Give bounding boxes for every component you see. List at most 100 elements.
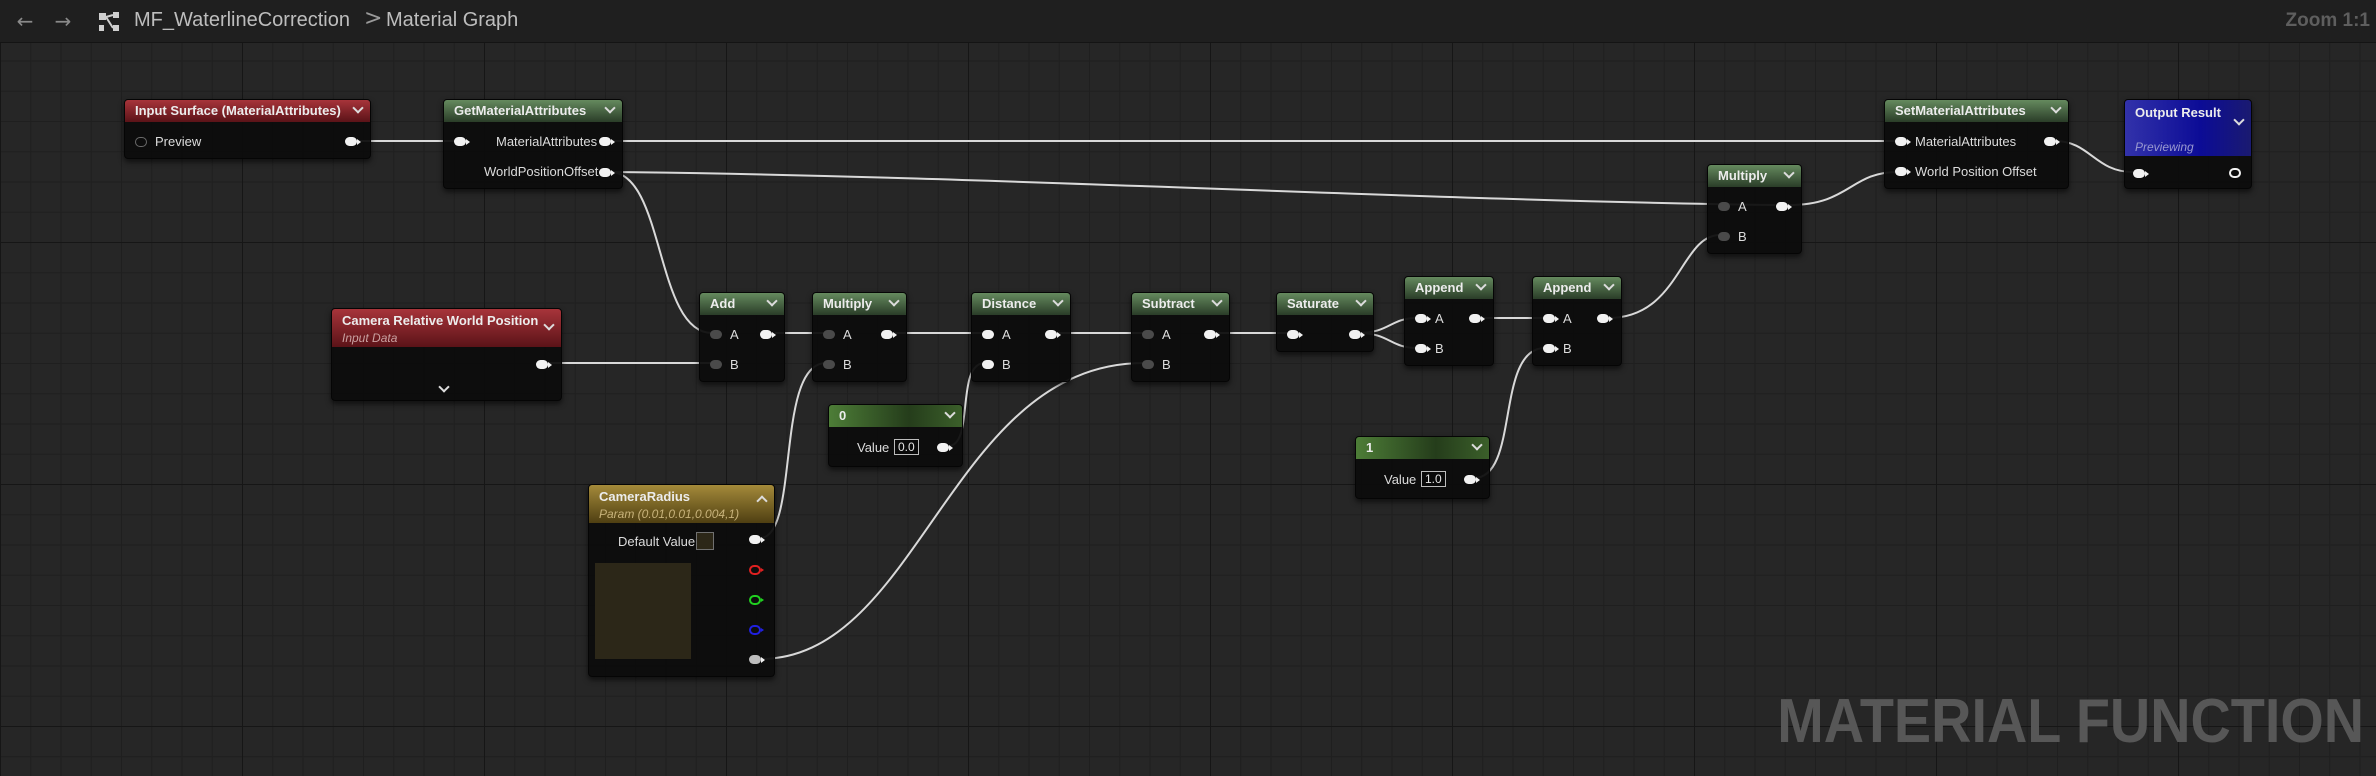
multiply2-b-pin[interactable] (1718, 232, 1730, 241)
chevron-down-icon[interactable] (352, 102, 364, 114)
subtract-output-pin[interactable] (1204, 330, 1220, 339)
append1-header[interactable]: Append (1405, 277, 1493, 299)
chevron-down-icon[interactable] (766, 295, 778, 307)
get-material-attributes-node[interactable]: GetMaterialAttributes MaterialAttributes… (443, 99, 623, 189)
append-node-1[interactable]: Append A B (1404, 276, 1494, 366)
multiply1-a-pin[interactable] (823, 330, 835, 339)
append1-a-pin[interactable] (1415, 314, 1431, 323)
expand-chevron-icon[interactable] (438, 381, 450, 393)
output-result-node[interactable]: Output Result Previewing (2124, 99, 2252, 189)
chevron-up-icon[interactable] (756, 491, 768, 503)
chevron-down-icon[interactable] (1603, 279, 1615, 291)
set-material-attributes-header[interactable]: SetMaterialAttributes (1885, 100, 2068, 122)
camera-relative-world-position-node[interactable]: Camera Relative World Position Input Dat… (331, 308, 562, 401)
constant-one-value-field[interactable]: 1.0 (1421, 471, 1446, 487)
distance-b-pin[interactable] (982, 360, 994, 369)
multiply2-header[interactable]: Multiply (1708, 165, 1801, 187)
default-color-swatch[interactable] (696, 532, 714, 550)
subtract-a-label: A (1162, 327, 1171, 342)
append2-a-pin[interactable] (1543, 314, 1559, 323)
chevron-down-icon[interactable] (604, 102, 616, 114)
add-a-pin[interactable] (710, 330, 722, 339)
camera-radius-alpha-pin[interactable] (749, 655, 765, 664)
chevron-down-icon[interactable] (1471, 439, 1483, 451)
world-position-offset-out-pin[interactable] (599, 168, 615, 177)
set-attrs-wpo-pin[interactable] (1895, 167, 1911, 176)
multiply1-title: Multiply (823, 296, 873, 311)
set-material-attributes-node[interactable]: SetMaterialAttributes MaterialAttributes… (1884, 99, 2069, 189)
constant-zero-output-pin[interactable] (937, 443, 953, 452)
camera-radius-rgba-pin[interactable] (749, 535, 765, 544)
add-b-pin[interactable] (710, 360, 722, 369)
chevron-down-icon[interactable] (1052, 295, 1064, 307)
multiply1-b-pin[interactable] (823, 360, 835, 369)
set-attrs-output-pin[interactable] (2044, 137, 2060, 146)
chevron-down-icon[interactable] (1475, 279, 1487, 291)
subtract-b-pin[interactable] (1142, 360, 1154, 369)
multiply1-header[interactable]: Multiply (813, 293, 906, 315)
append1-output-pin[interactable] (1469, 314, 1485, 323)
multiply2-a-pin[interactable] (1718, 202, 1730, 211)
get-attrs-input-pin[interactable] (454, 137, 470, 146)
multiply2-a-label: A (1738, 199, 1747, 214)
camera-radius-header[interactable]: CameraRadius Param (0.01,0.01,0.004,1) (589, 485, 774, 523)
camera-radius-param-node[interactable]: CameraRadius Param (0.01,0.01,0.004,1) D… (588, 484, 775, 677)
add-node[interactable]: Add A B (699, 292, 785, 382)
add-header[interactable]: Add (700, 293, 784, 315)
add-output-pin[interactable] (760, 330, 776, 339)
distance-node[interactable]: Distance A B (971, 292, 1071, 382)
saturate-header[interactable]: Saturate (1277, 293, 1373, 315)
multiply-node-1[interactable]: Multiply A B (812, 292, 907, 382)
append-node-2[interactable]: Append A B (1532, 276, 1622, 366)
get-material-attributes-header[interactable]: GetMaterialAttributes (444, 100, 622, 122)
output-result-header[interactable]: Output Result Previewing (2125, 100, 2251, 156)
output-result-input-pin[interactable] (2133, 169, 2149, 178)
multiply-node-2[interactable]: Multiply A B (1707, 164, 1802, 254)
preview-output-pin[interactable] (345, 137, 361, 146)
constant-zero-value-field[interactable]: 0.0 (894, 439, 919, 455)
chevron-down-icon[interactable] (1355, 295, 1367, 307)
chevron-down-icon[interactable] (888, 295, 900, 307)
constant-one-node[interactable]: 1 Value 1.0 (1355, 436, 1490, 499)
back-arrow-icon[interactable]: ← (14, 10, 36, 32)
chevron-down-icon[interactable] (1211, 295, 1223, 307)
chevron-down-icon[interactable] (2050, 102, 2062, 114)
saturate-output-pin[interactable] (1349, 330, 1365, 339)
saturate-input-pin[interactable] (1287, 330, 1303, 339)
input-surface-header[interactable]: Input Surface (MaterialAttributes) (125, 100, 370, 122)
constant-one-header[interactable]: 1 (1356, 437, 1489, 459)
constant-zero-header[interactable]: 0 (829, 405, 962, 427)
append2-header[interactable]: Append (1533, 277, 1621, 299)
append1-b-pin[interactable] (1415, 344, 1431, 353)
set-attrs-material-pin[interactable] (1895, 137, 1911, 146)
distance-output-pin[interactable] (1045, 330, 1061, 339)
subtract-header[interactable]: Subtract (1132, 293, 1229, 315)
chevron-down-icon[interactable] (543, 319, 555, 331)
chevron-down-icon[interactable] (944, 407, 956, 419)
constant-zero-node[interactable]: 0 Value 0.0 (828, 404, 963, 467)
append2-output-pin[interactable] (1597, 314, 1613, 323)
chevron-down-icon[interactable] (1783, 167, 1795, 179)
append2-b-pin[interactable] (1543, 344, 1559, 353)
multiply1-output-pin[interactable] (881, 330, 897, 339)
camera-radius-green-pin[interactable] (749, 595, 764, 605)
constant-one-output-pin[interactable] (1464, 475, 1480, 484)
saturate-node[interactable]: Saturate (1276, 292, 1374, 352)
distance-a-pin[interactable] (982, 330, 994, 339)
material-attributes-out-pin[interactable] (599, 137, 615, 146)
camera-position-header[interactable]: Camera Relative World Position Input Dat… (332, 309, 561, 347)
chevron-down-icon[interactable] (2233, 114, 2245, 126)
forward-arrow-icon[interactable]: → (52, 10, 74, 32)
multiply2-output-pin[interactable] (1776, 202, 1792, 211)
subtract-a-pin[interactable] (1142, 330, 1154, 339)
camera-radius-blue-pin[interactable] (749, 625, 764, 635)
camera-position-out-pin[interactable] (536, 360, 552, 369)
output-result-exec-pin[interactable] (2229, 168, 2241, 178)
breadcrumb-graph[interactable]: Material Graph (386, 9, 518, 32)
subtract-node[interactable]: Subtract A B (1131, 292, 1230, 382)
camera-radius-red-pin[interactable] (749, 565, 764, 575)
distance-header[interactable]: Distance (972, 293, 1070, 315)
breadcrumb-asset[interactable]: MF_WaterlineCorrection (134, 9, 350, 32)
preview-radio-pin[interactable] (135, 137, 147, 147)
input-surface-node[interactable]: Input Surface (MaterialAttributes) Previ… (124, 99, 371, 159)
